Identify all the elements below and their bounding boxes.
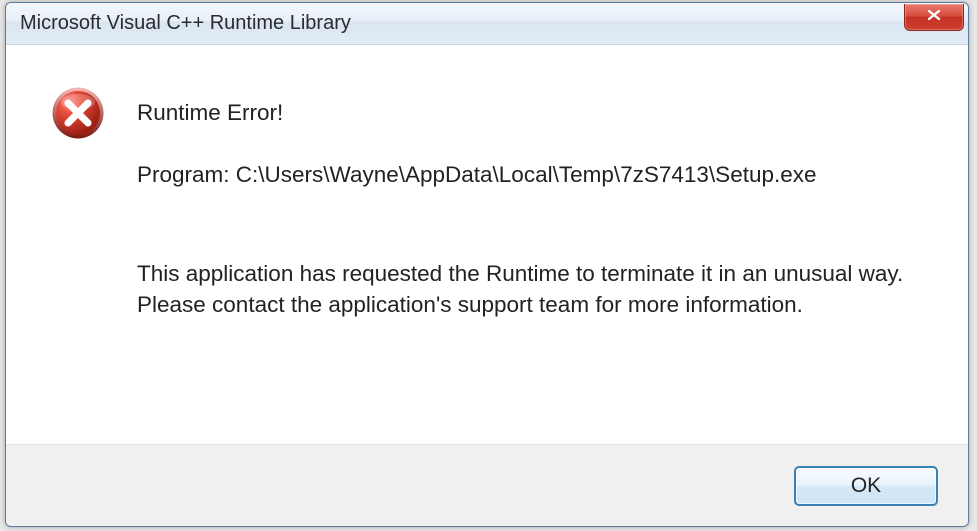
error-heading: Runtime Error!	[137, 100, 933, 126]
dialog-title: Microsoft Visual C++ Runtime Library	[20, 12, 904, 35]
dialog-body: Runtime Error! Program: C:\Users\Wayne\A…	[6, 45, 968, 444]
close-button[interactable]	[904, 4, 964, 31]
message-line-1: This application has requested the Runti…	[137, 259, 933, 289]
text-column: Runtime Error! Program: C:\Users\Wayne\A…	[131, 100, 933, 424]
dialog-footer: OK	[6, 444, 968, 526]
runtime-error-dialog: Microsoft Visual C++ Runtime Library	[5, 2, 969, 527]
icon-column	[51, 100, 131, 424]
close-icon	[925, 8, 943, 27]
titlebar[interactable]: Microsoft Visual C++ Runtime Library	[6, 3, 968, 45]
program-path: C:\Users\Wayne\AppData\Local\Temp\7zS741…	[236, 162, 817, 187]
message-line-2: Please contact the application's support…	[137, 290, 933, 320]
error-icon	[51, 86, 105, 140]
error-message: This application has requested the Runti…	[137, 259, 933, 320]
program-label: Program:	[137, 162, 236, 187]
program-line: Program: C:\Users\Wayne\AppData\Local\Te…	[137, 160, 933, 189]
ok-button[interactable]: OK	[794, 466, 938, 506]
